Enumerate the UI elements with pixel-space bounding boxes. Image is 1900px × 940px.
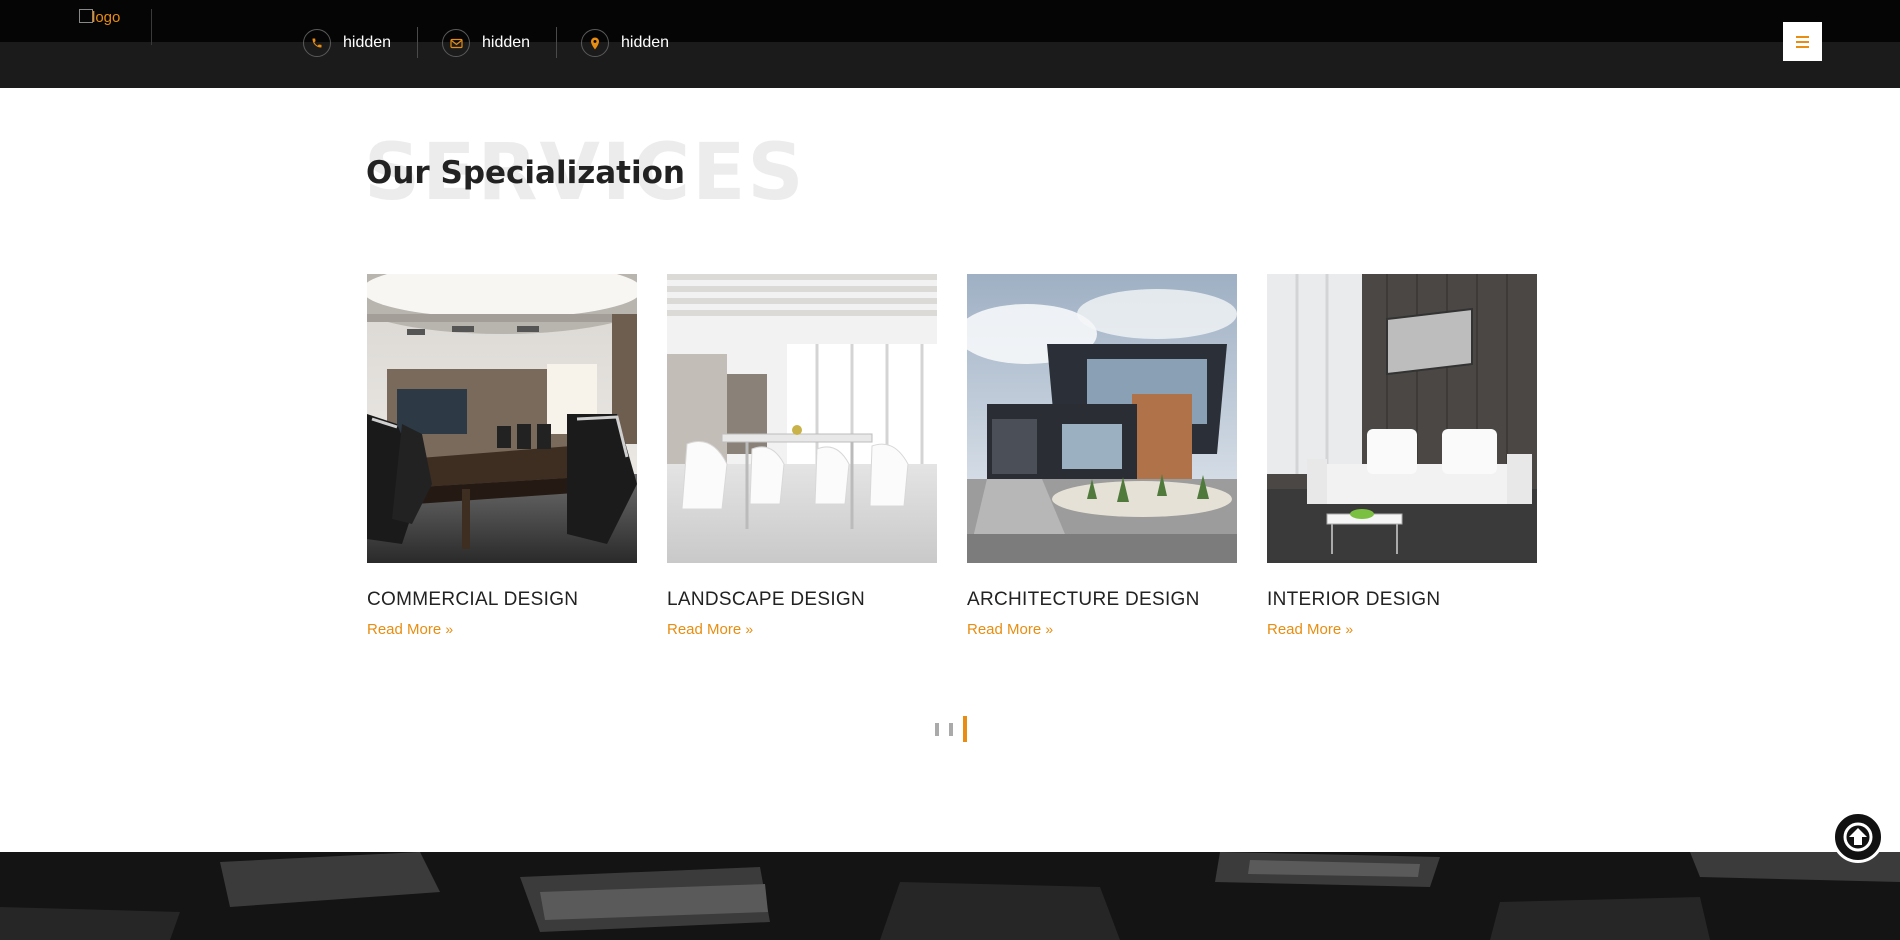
arrow-up-circle-icon: [1843, 822, 1873, 852]
read-more-link-commercial[interactable]: Read More »: [367, 621, 637, 638]
divider: [417, 27, 418, 58]
service-name-commercial: COMMERCIAL DESIGN: [367, 589, 579, 610]
double-chevron-right-icon: »: [445, 621, 454, 637]
logo[interactable]: logo: [79, 9, 152, 45]
hamburger-menu-icon: [1796, 35, 1809, 38]
read-more-link-architecture[interactable]: Read More »: [967, 621, 1237, 638]
top-navbar: logo hidden hidden hidden: [0, 0, 1900, 88]
contact-phone-label: hidden: [343, 34, 392, 51]
double-chevron-right-icon: »: [1045, 621, 1054, 637]
service-image-landscape[interactable]: [667, 274, 937, 563]
service-image-interior[interactable]: [1267, 274, 1537, 563]
service-card-commercial: COMMERCIAL DESIGN Read More »: [367, 274, 637, 638]
broken-image-icon: [79, 9, 93, 23]
contact-address-label: hidden: [621, 34, 670, 51]
service-name-architecture: ARCHITECTURE DESIGN: [967, 589, 1200, 610]
contact-email-label: hidden: [482, 34, 531, 51]
section-title: Our Specialization: [366, 155, 685, 191]
logo-alt-text: logo: [92, 9, 121, 26]
contact-phone[interactable]: hidden: [303, 28, 391, 58]
double-chevron-right-icon: »: [745, 621, 754, 637]
double-chevron-right-icon: »: [1345, 621, 1354, 637]
footer-background: [0, 852, 1900, 940]
pagination-dot[interactable]: [935, 723, 939, 736]
read-more-link-landscape[interactable]: Read More »: [667, 621, 937, 638]
service-image-commercial[interactable]: [367, 274, 637, 563]
service-name-landscape: LANDSCAPE DESIGN: [667, 589, 866, 610]
phone-icon: [303, 29, 331, 57]
hamburger-menu-button[interactable]: [1783, 22, 1822, 61]
service-card-landscape: LANDSCAPE DESIGN Read More »: [667, 274, 937, 638]
contact-address[interactable]: hidden: [581, 28, 669, 58]
service-card-interior: INTERIOR DESIGN Read More »: [1267, 274, 1537, 638]
pagination-dot[interactable]: [963, 716, 967, 742]
service-card-architecture: ARCHITECTURE DESIGN Read More »: [967, 274, 1237, 638]
envelope-icon: [442, 29, 470, 57]
service-name-interior: INTERIOR DESIGN: [1267, 589, 1441, 610]
pagination-dot[interactable]: [949, 723, 953, 736]
back-to-top-button[interactable]: [1832, 811, 1884, 863]
service-image-architecture[interactable]: [967, 274, 1237, 563]
divider: [556, 27, 557, 58]
read-more-link-interior[interactable]: Read More »: [1267, 621, 1537, 638]
map-marker-icon: [581, 29, 609, 57]
contact-email[interactable]: hidden: [442, 28, 530, 58]
